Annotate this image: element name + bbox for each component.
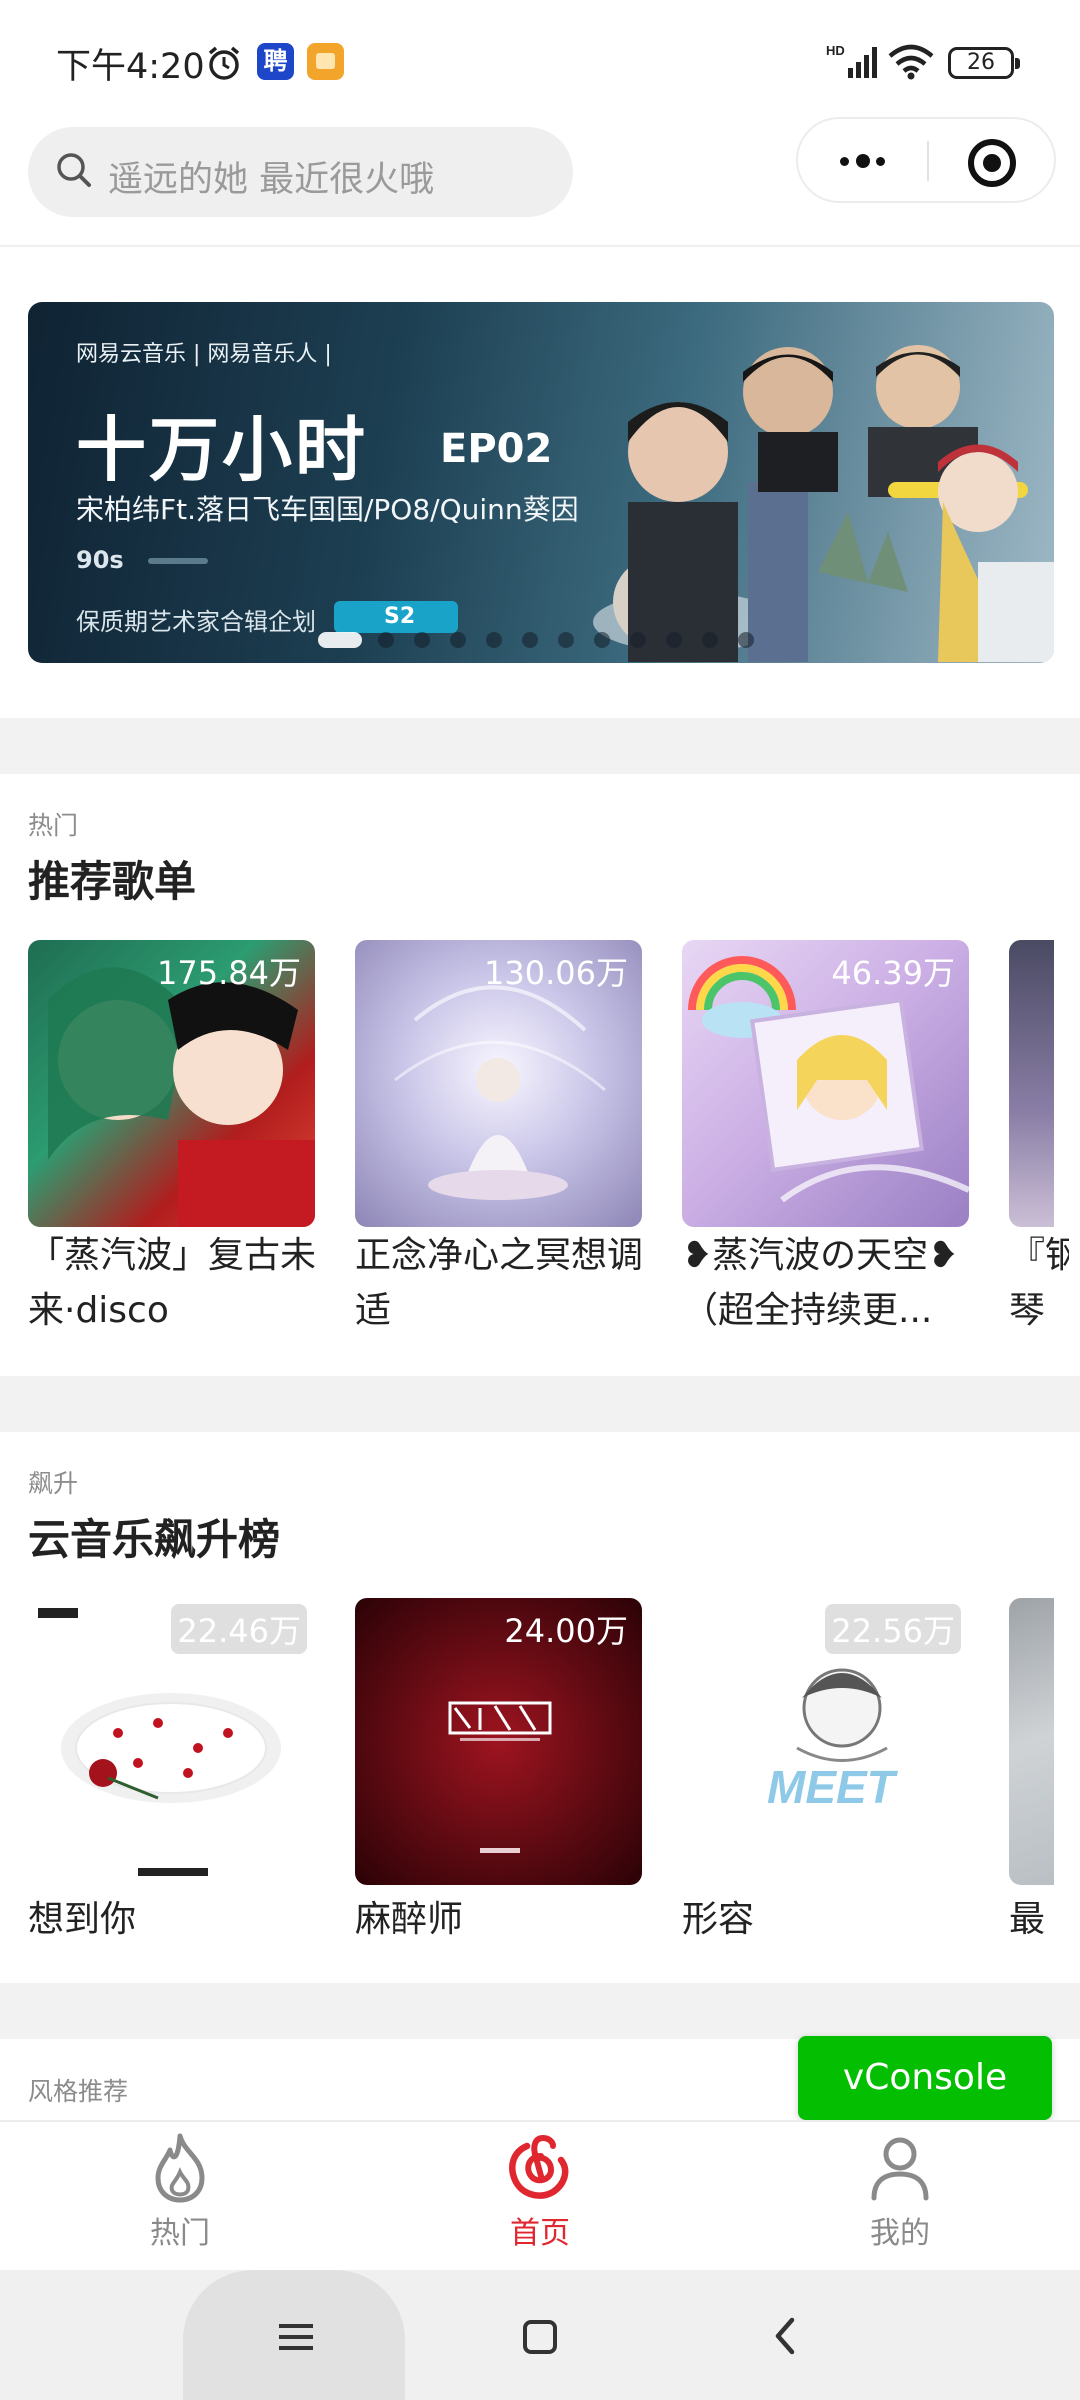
tab-home[interactable]: 首页 — [460, 2132, 620, 2262]
miniprogram-capsule — [796, 117, 1056, 203]
banner-artists: 宋柏纬Ft.落日飞车国国/PO8/Quinn葵因 — [76, 493, 579, 526]
carousel-dot — [486, 632, 502, 648]
back-icon — [775, 2317, 795, 2355]
recent-apps-button[interactable] — [183, 2270, 405, 2400]
search-input[interactable]: 遥远的她 最近很火哦 — [28, 127, 573, 217]
carousel-dot — [522, 632, 538, 648]
app-notification-icon: 聘 — [257, 43, 294, 80]
section-title: 推荐歌单 — [28, 857, 197, 906]
banner-title: 十万小时 — [76, 409, 368, 491]
tab-label: 首页 — [510, 2216, 570, 2251]
song-name[interactable]: 想到你 — [28, 1892, 328, 1947]
song-name[interactable]: 最后 — [1009, 1892, 1069, 1947]
playlist-name[interactable]: 正念净心之冥想调适 — [355, 1228, 655, 1338]
section-spacer — [0, 1983, 1080, 2039]
banner-duration: 90s — [76, 546, 208, 574]
home-button[interactable] — [523, 2320, 557, 2354]
user-icon — [871, 2137, 929, 2201]
song-card[interactable]: MEET 22.56万 — [682, 1598, 969, 1885]
playlist-card[interactable]: 46.39万 — [682, 940, 969, 1227]
play-count: 22.46万 — [171, 1604, 307, 1654]
banner-series: 保质期艺术家合辑企划 — [76, 608, 316, 636]
network-type-label: HD — [826, 43, 845, 58]
section-subtitle: 热门 — [28, 811, 79, 840]
app-notification-icon-2 — [307, 43, 344, 80]
song-card[interactable]: 24.00万 — [355, 1598, 642, 1885]
menu-icon — [279, 2324, 313, 2350]
carousel-dot — [594, 632, 610, 648]
capsule-divider — [927, 141, 929, 181]
flame-icon — [155, 2133, 205, 2203]
carousel-dot — [414, 632, 430, 648]
playlist-card[interactable] — [1009, 940, 1054, 1227]
search-placeholder: 遥远的她 最近很火哦 — [108, 160, 435, 200]
section-subtitle: 飙升 — [28, 1469, 79, 1498]
play-count: 24.00万 — [504, 1612, 628, 1650]
status-bar: 下午4:20 聘 HD 26 — [0, 0, 1080, 118]
playlist-card[interactable]: 175.84万 — [28, 940, 315, 1227]
tab-label: 我的 — [870, 2216, 930, 2251]
song-card[interactable]: 22.46万 — [28, 1598, 315, 1885]
section-title: 云音乐飙升榜 — [28, 1515, 281, 1564]
playlist-name[interactable]: ❥蒸汽波の天空❥（超全持续更... — [682, 1228, 982, 1338]
header-divider — [0, 245, 1080, 247]
play-count: 22.56万 — [825, 1604, 961, 1654]
alarm-icon — [205, 44, 243, 86]
banner-brand: 网易云音乐 | 网易音乐人 | — [76, 342, 332, 367]
status-time: 下午4:20 — [56, 47, 205, 87]
wifi-icon — [887, 44, 935, 84]
search-icon — [54, 150, 94, 194]
bottom-tab-bar: 热门 首页 我的 — [0, 2120, 1080, 2270]
banner-artwork — [593, 345, 1054, 662]
banner-episode: EP02 — [440, 426, 553, 472]
play-count: 175.84万 — [157, 954, 301, 992]
carousel-dot — [738, 632, 754, 648]
more-options-icon[interactable] — [834, 149, 894, 173]
playlist-name[interactable]: 「蒸汽波」复古未来·disco — [28, 1228, 328, 1338]
tab-label: 热门 — [150, 2216, 210, 2251]
play-count: 46.39万 — [831, 954, 955, 992]
carousel-dot — [558, 632, 574, 648]
banner-season-badge: S2 — [334, 601, 458, 633]
netease-music-icon — [509, 2135, 569, 2199]
carousel-dot — [630, 632, 646, 648]
carousel-dot — [666, 632, 682, 648]
playlist-name[interactable]: 『钢琴 — [1009, 1228, 1069, 1338]
banner-carousel[interactable]: 网易云音乐 | 网易音乐人 | 十万小时 EP02 宋柏纬Ft.落日飞车国国/P… — [28, 302, 1054, 663]
vconsole-button[interactable]: vConsole — [798, 2036, 1052, 2120]
close-miniprogram-icon[interactable] — [968, 139, 1016, 187]
tab-mine[interactable]: 我的 — [820, 2132, 980, 2262]
song-name[interactable]: 麻醉师 — [355, 1892, 655, 1947]
song-name[interactable]: 形容 — [682, 1892, 982, 1947]
section-spacer — [0, 718, 1080, 774]
tab-hot[interactable]: 热门 — [100, 2132, 260, 2262]
system-navigation-bar — [0, 2270, 1080, 2400]
signal-icon: HD — [826, 42, 882, 86]
play-count: 130.06万 — [484, 954, 628, 992]
svg-text:MEET: MEET — [767, 1761, 899, 1813]
playlist-card[interactable]: 130.06万 — [355, 940, 642, 1227]
carousel-dot — [450, 632, 466, 648]
song-card[interactable] — [1009, 1598, 1054, 1885]
carousel-dot — [318, 632, 362, 648]
carousel-dot — [378, 632, 394, 648]
section-subtitle: 风格推荐 — [28, 2077, 129, 2106]
section-spacer — [0, 1376, 1080, 1432]
battery-indicator: 26 — [948, 47, 1020, 79]
carousel-dot — [702, 632, 718, 648]
back-button[interactable] — [770, 2316, 800, 2360]
